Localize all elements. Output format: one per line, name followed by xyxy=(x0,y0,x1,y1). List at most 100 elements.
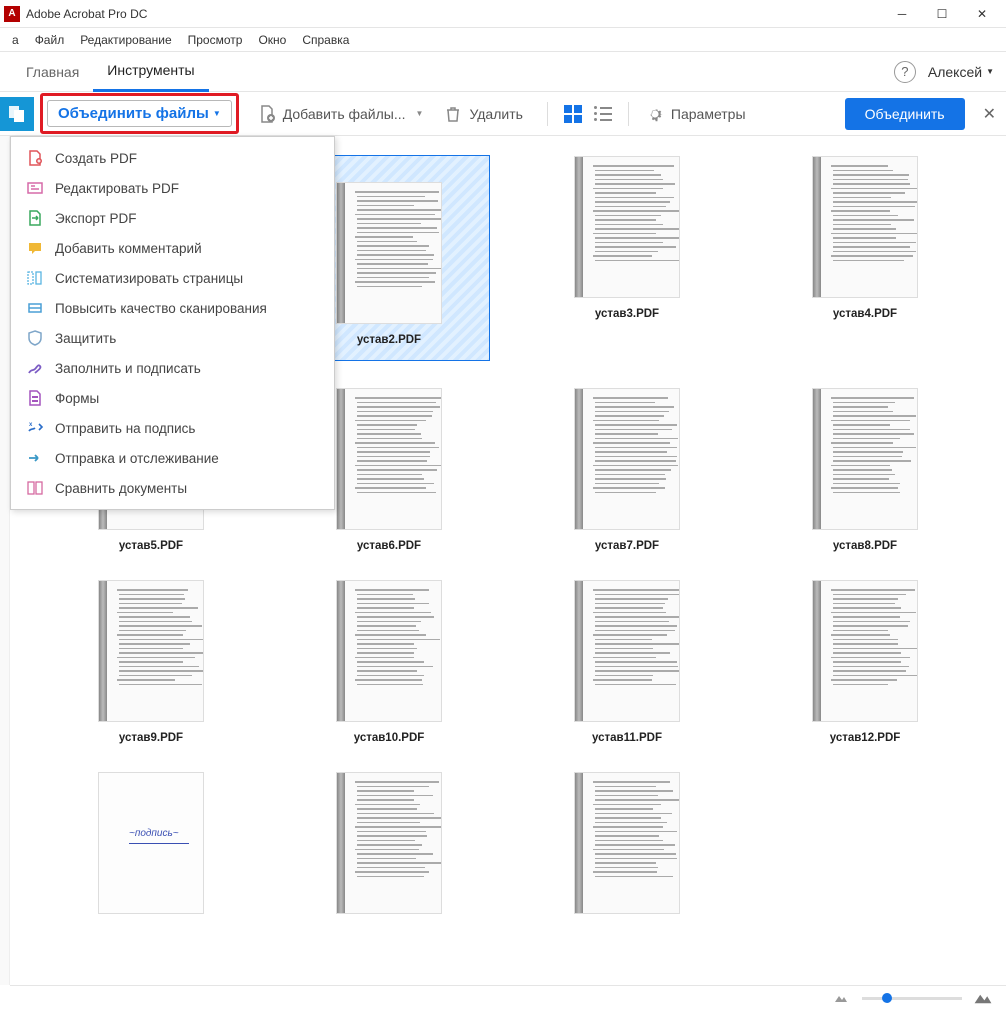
titlebar: A Adobe Acrobat Pro DC ─ ☐ ✕ xyxy=(0,0,1006,28)
dropdown-item-edit-pdf[interactable]: Редактировать PDF xyxy=(11,173,334,203)
toolbar-separator xyxy=(547,102,548,126)
file-thumbnail xyxy=(574,388,680,530)
dropdown-item-forms[interactable]: Формы xyxy=(11,383,334,413)
app-logo-icon: A xyxy=(4,6,20,22)
organize-icon xyxy=(25,268,45,288)
dropdown-item-label: Повысить качество сканирования xyxy=(55,301,267,316)
toolbar: Объединить файлы ▼ Добавить файлы... ▼ У… xyxy=(0,92,1006,136)
file-item[interactable] xyxy=(527,772,727,924)
fill-sign-icon xyxy=(25,358,45,378)
send-sign-icon: x xyxy=(25,418,45,438)
dropdown-item-shield[interactable]: Защитить xyxy=(11,323,334,353)
export-pdf-icon xyxy=(25,208,45,228)
chevron-down-icon: ▼ xyxy=(416,109,424,118)
file-name: устав9.PDF xyxy=(119,732,183,744)
combine-files-dropdown[interactable]: Объединить файлы ▼ xyxy=(40,93,239,134)
dropdown-item-fill-sign[interactable]: Заполнить и подписать xyxy=(11,353,334,383)
dropdown-item-compare[interactable]: Сравнить документы xyxy=(11,473,334,503)
tab-home[interactable]: Главная xyxy=(12,52,93,92)
user-name: Алексей xyxy=(928,64,982,80)
params-button[interactable]: Параметры xyxy=(639,100,752,128)
menu-edit[interactable]: Редактирование xyxy=(72,33,179,47)
file-item[interactable]: устав4.PDF xyxy=(765,156,965,360)
delete-button[interactable]: Удалить xyxy=(437,100,528,128)
file-thumbnail xyxy=(336,772,442,914)
file-item[interactable] xyxy=(289,772,489,924)
forms-icon xyxy=(25,388,45,408)
help-icon[interactable]: ? xyxy=(894,61,916,83)
grid-view-button[interactable] xyxy=(562,103,584,125)
file-thumbnail xyxy=(812,156,918,298)
combine-files-label: Объединить файлы xyxy=(58,105,209,122)
add-files-button[interactable]: Добавить файлы... ▼ xyxy=(251,100,430,128)
comment-icon xyxy=(25,238,45,258)
file-item[interactable]: ~подпись~ xyxy=(51,772,251,924)
menu-clipped[interactable]: а xyxy=(4,33,27,47)
user-menu[interactable]: Алексей ▼ xyxy=(928,64,994,80)
app-title: Adobe Acrobat Pro DC xyxy=(26,7,147,21)
menu-file[interactable]: Файл xyxy=(27,33,73,47)
file-item[interactable]: устав11.PDF xyxy=(527,580,727,744)
file-thumbnail xyxy=(336,580,442,722)
menu-window[interactable]: Окно xyxy=(250,33,294,47)
dropdown-item-organize[interactable]: Систематизировать страницы xyxy=(11,263,334,293)
file-item[interactable]: устав8.PDF xyxy=(765,388,965,552)
zoom-in-icon[interactable] xyxy=(973,986,993,1011)
zoom-bar xyxy=(10,985,1006,1011)
dropdown-item-enhance-scan[interactable]: Повысить качество сканирования xyxy=(11,293,334,323)
combine-tool-icon[interactable] xyxy=(0,97,34,131)
file-name: устав2.PDF xyxy=(357,334,421,346)
create-pdf-icon xyxy=(25,148,45,168)
chevron-down-icon: ▼ xyxy=(986,67,994,76)
dropdown-item-label: Защитить xyxy=(55,331,116,346)
combine-action-label: Объединить xyxy=(865,106,945,122)
close-tool-button[interactable]: ✕ xyxy=(973,104,1006,124)
file-item[interactable]: устав10.PDF xyxy=(289,580,489,744)
zoom-slider[interactable] xyxy=(862,997,962,1000)
file-item[interactable]: устав3.PDF xyxy=(527,156,727,360)
file-name: устав6.PDF xyxy=(357,540,421,552)
zoom-slider-handle[interactable] xyxy=(882,993,892,1003)
shield-icon xyxy=(25,328,45,348)
file-item[interactable]: устав12.PDF xyxy=(765,580,965,744)
file-name: устав4.PDF xyxy=(833,308,897,320)
combine-action-button[interactable]: Объединить xyxy=(845,98,965,130)
list-view-button[interactable] xyxy=(592,103,614,125)
zoom-out-icon[interactable] xyxy=(834,990,848,1008)
menubar: а Файл Редактирование Просмотр Окно Спра… xyxy=(0,28,1006,52)
dropdown-item-create-pdf[interactable]: Создать PDF xyxy=(11,143,334,173)
minimize-button[interactable]: ─ xyxy=(882,0,922,28)
dropdown-item-send-sign[interactable]: xОтправить на подпись xyxy=(11,413,334,443)
file-thumbnail xyxy=(98,580,204,722)
menu-view[interactable]: Просмотр xyxy=(180,33,251,47)
file-thumbnail xyxy=(574,772,680,914)
file-thumbnail xyxy=(574,580,680,722)
dropdown-item-export-pdf[interactable]: Экспорт PDF xyxy=(11,203,334,233)
dropdown-item-label: Формы xyxy=(55,391,99,406)
dropdown-item-label: Редактировать PDF xyxy=(55,181,179,196)
file-thumbnail xyxy=(812,388,918,530)
add-file-icon xyxy=(257,104,277,124)
file-item[interactable]: устав7.PDF xyxy=(527,388,727,552)
tabs-header: Главная Инструменты ? Алексей ▼ xyxy=(0,52,1006,92)
file-item[interactable]: устав9.PDF xyxy=(51,580,251,744)
dropdown-item-label: Добавить комментарий xyxy=(55,241,202,256)
tab-tools[interactable]: Инструменты xyxy=(93,52,208,92)
file-name: устав5.PDF xyxy=(119,540,183,552)
params-label: Параметры xyxy=(671,106,746,122)
svg-text:x: x xyxy=(29,422,33,428)
close-window-button[interactable]: ✕ xyxy=(962,0,1002,28)
file-thumbnail xyxy=(812,580,918,722)
file-thumbnail xyxy=(336,388,442,530)
send-track-icon xyxy=(25,448,45,468)
toolbar-separator xyxy=(628,102,629,126)
file-name: устав3.PDF xyxy=(595,308,659,320)
dropdown-item-comment[interactable]: Добавить комментарий xyxy=(11,233,334,263)
file-name: устав11.PDF xyxy=(592,732,662,744)
maximize-button[interactable]: ☐ xyxy=(922,0,962,28)
menu-help[interactable]: Справка xyxy=(294,33,357,47)
dropdown-item-label: Отправка и отслеживание xyxy=(55,451,219,466)
trash-icon xyxy=(443,104,463,124)
grid-icon xyxy=(564,105,582,123)
dropdown-item-send-track[interactable]: Отправка и отслеживание xyxy=(11,443,334,473)
